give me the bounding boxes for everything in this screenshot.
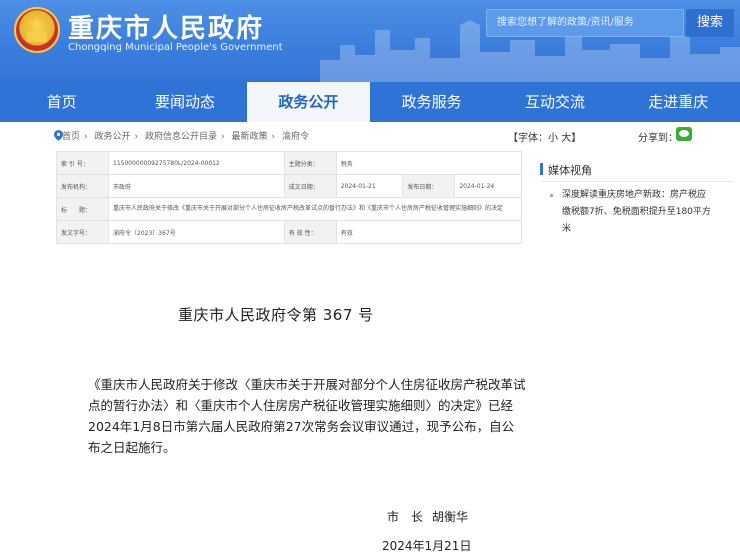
bullet-icon xyxy=(550,194,553,197)
nav-item-government-affairs[interactable]: 政务公开 xyxy=(246,82,370,122)
breadcrumb-latest-policy[interactable]: 最新政策 xyxy=(232,132,268,142)
document-info-table: 索 引 号： 11500000009275780L/2024-00012 主题分… xyxy=(56,151,523,244)
document-title: 重庆市人民政府令第 367 号 xyxy=(178,306,374,324)
doc-number-label: 发文字号： xyxy=(56,220,109,244)
validity-label: 有 效 性： xyxy=(283,220,337,244)
validity-value: 有效 xyxy=(335,220,523,244)
document-body: 《重庆市人民政府关于修改〈重庆市关于开展对部分个人住房征收房产税改革试点的暂行办… xyxy=(88,377,526,455)
breadcrumb: 首页 › 政务公开 › 政府信息公开目录 › 最新政策 › 渝府令 xyxy=(54,129,313,142)
nav-item-interaction[interactable]: 互动交流 xyxy=(493,82,616,122)
wechat-share-icon[interactable] xyxy=(676,127,692,141)
index-number-value: 11500000009275780L/2024-00012 xyxy=(108,151,285,175)
nav-item-services[interactable]: 政务服务 xyxy=(370,82,493,122)
search-button[interactable]: 搜索 xyxy=(686,9,734,37)
breadcrumb-decree[interactable]: 渝府令 xyxy=(282,132,309,142)
sidebar-divider xyxy=(541,181,733,182)
breadcrumb-home[interactable]: 首页 xyxy=(62,132,80,142)
topic-value: 税务 xyxy=(335,151,523,175)
font-large-button[interactable]: 大 xyxy=(561,133,571,144)
doc-number-value: 渝府令〔2023〕367号 xyxy=(108,220,285,244)
topic-label: 主题分类： xyxy=(283,151,337,175)
font-small-button[interactable]: 小 xyxy=(548,133,558,144)
share-label: 分享到： xyxy=(638,133,678,144)
signer-name: 胡衡华 xyxy=(432,510,469,524)
published-date-value: 2024-01-24 xyxy=(454,174,522,198)
breadcrumb-info-directory[interactable]: 政府信息公开目录 xyxy=(145,132,217,142)
nav-item-home[interactable]: 首页 xyxy=(0,82,123,122)
written-date-value: 2024-01-21 xyxy=(335,174,404,198)
nav-item-about-chongqing[interactable]: 走进重庆 xyxy=(617,82,740,122)
site-title[interactable]: 重庆市人民政府 xyxy=(68,8,264,45)
site-header: ★ 重庆市人民政府 Chongqing Municipal People's G… xyxy=(0,0,740,82)
issuer-label: 发布机构： xyxy=(56,174,109,198)
subject-value: 重庆市人民政府关于修改《重庆市关于开展对部分个人住房征收房产税改革试点的暂行办法… xyxy=(108,197,522,221)
breadcrumb-government-affairs[interactable]: 政务公开 xyxy=(95,132,131,142)
media-perspective-title: 媒体视角 xyxy=(540,163,592,177)
index-number-label: 索 引 号： xyxy=(56,151,109,175)
document-date: 2024年1月21日 xyxy=(382,539,472,553)
font-size-control: 【字体：小 大】 xyxy=(508,133,582,144)
issuer-value: 市政府 xyxy=(108,174,285,198)
search-input[interactable]: 搜索您想了解的政策/资讯/服务 xyxy=(486,9,684,37)
nav-item-news[interactable]: 要闻动态 xyxy=(123,82,246,122)
site-subtitle: Chongqing Municipal People's Government xyxy=(68,42,283,53)
sidebar-news-link[interactable]: 深度解读重庆房地产新政：房产税应缴税额7折、免税面积提升至180平方米 xyxy=(562,187,712,238)
written-date-label: 成文日期： xyxy=(283,174,337,198)
published-date-label: 发布日期： xyxy=(402,174,456,198)
subject-label: 标 题： xyxy=(56,197,109,221)
location-pin-icon xyxy=(54,130,63,141)
signer-role: 市 长 xyxy=(387,510,424,524)
national-emblem-icon[interactable]: ★ xyxy=(14,7,60,53)
main-nav: 首页 要闻动态 政务公开 政务服务 互动交流 走进重庆 xyxy=(0,82,740,122)
